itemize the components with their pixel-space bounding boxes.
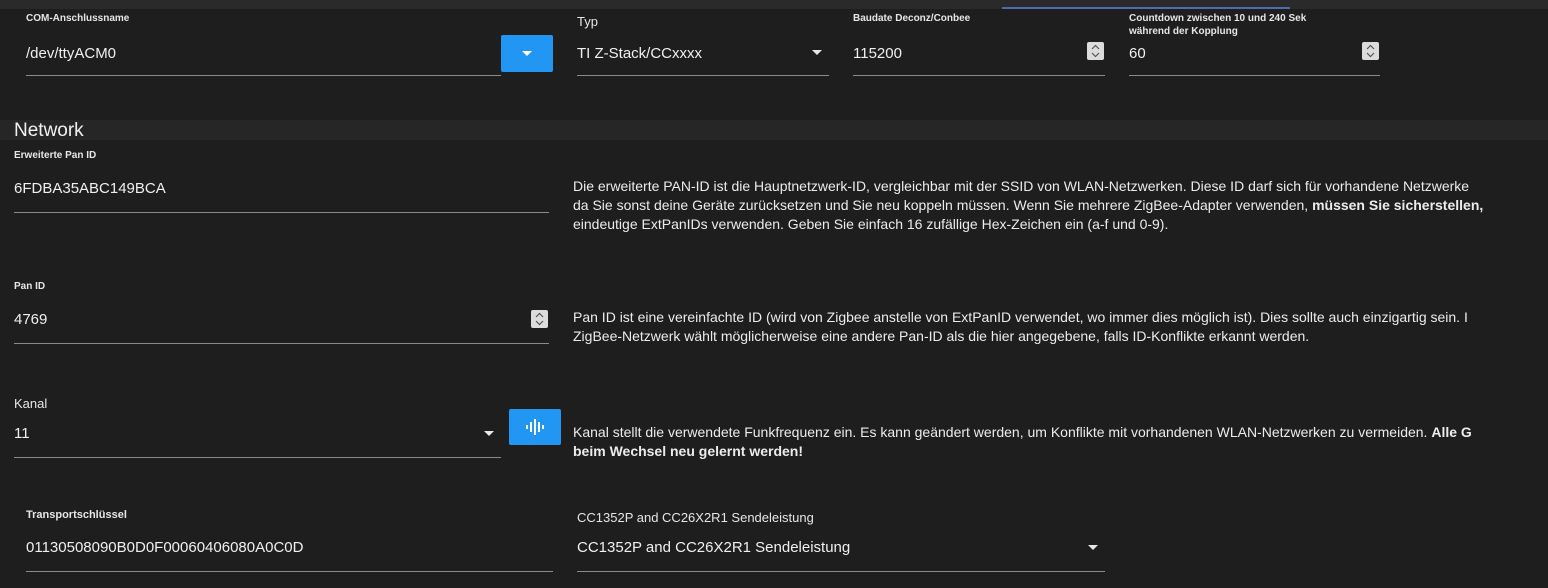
ext-pan-desc-line1: Die erweiterte PAN-ID ist die Hauptnetzw… — [573, 178, 1470, 194]
type-select[interactable]: TI Z-Stack/CCxxxx — [577, 45, 702, 62]
com-port-label: COM-Anschlussname — [26, 13, 130, 24]
ext-pan-id-underline — [14, 212, 549, 213]
ext-pan-desc-line2-text: da Sie sonst deine Geräte zurücksetzen u… — [573, 197, 1313, 213]
active-tab-indicator — [1002, 7, 1290, 9]
channel-desc-line2-bold: beim Wechsel neu gelernt werden! — [573, 443, 804, 459]
channel-scan-button[interactable] — [509, 409, 561, 445]
transmit-power-dropdown-icon[interactable] — [1088, 545, 1098, 550]
pan-id-input[interactable]: 4769 — [14, 311, 47, 328]
pan-id-label: Pan ID — [14, 281, 46, 292]
countdown-input[interactable]: 60 — [1129, 45, 1146, 62]
transmit-power-underline — [577, 571, 1105, 572]
channel-select[interactable]: 11 — [14, 425, 30, 442]
transmit-power-select[interactable]: CC1352P and CC26X2R1 Sendeleistung — [577, 539, 850, 556]
channel-desc-line2: beim Wechsel neu gelernt werden! — [573, 442, 1472, 461]
baudrate-spinner-icon[interactable] — [1087, 42, 1104, 60]
transport-key-underline — [26, 571, 553, 572]
audio-wave-icon — [526, 419, 544, 435]
ext-pan-id-description: Die erweiterte PAN-ID ist die Hauptnetzw… — [573, 177, 1483, 234]
ext-pan-desc-line2-bold: müssen Sie sicherstellen, — [1312, 197, 1484, 213]
baudrate-label: Baudate Deconz/Conbee — [853, 13, 971, 24]
pan-id-description: Pan ID ist eine vereinfachte ID (wird vo… — [573, 308, 1468, 346]
com-port-input[interactable]: /dev/ttyACM0 — [26, 45, 116, 62]
com-port-underline — [26, 75, 501, 76]
transport-key-input[interactable]: 01130508090B0D0F00060406080A0C0D — [26, 539, 303, 556]
ext-pan-desc-line2: da Sie sonst deine Geräte zurücksetzen u… — [573, 196, 1483, 215]
network-section-title: Network — [14, 120, 84, 141]
baudrate-underline — [853, 75, 1105, 76]
type-underline — [577, 75, 829, 76]
pan-id-spinner-icon[interactable] — [531, 310, 548, 328]
channel-desc-line1-text: Kanal stellt die verwendete Funkfrequenz… — [573, 424, 1432, 440]
countdown-label-line2: während der Kopplung — [1129, 26, 1238, 37]
transmit-power-label: CC1352P and CC26X2R1 Sendeleistung — [577, 510, 814, 525]
type-dropdown-icon[interactable] — [812, 50, 822, 55]
pan-desc-line1: Pan ID ist eine vereinfachte ID (wird vo… — [573, 309, 1468, 325]
ext-pan-desc-line3: eindeutige ExtPanIDs verwenden. Geben Si… — [573, 216, 1169, 232]
ext-pan-id-input[interactable]: 6FDBA35ABC149BCA — [14, 180, 166, 197]
channel-desc-line1: Kanal stellt die verwendete Funkfrequenz… — [573, 423, 1472, 442]
network-section-bar — [0, 120, 1548, 140]
countdown-underline — [1129, 75, 1380, 76]
ext-pan-id-label: Erweiterte Pan ID — [14, 150, 97, 161]
transport-key-label: Transportschlüssel — [26, 509, 127, 521]
countdown-spinner-icon[interactable] — [1362, 42, 1379, 60]
channel-desc-line1-bold: Alle G — [1431, 424, 1472, 440]
channel-label: Kanal — [14, 396, 48, 411]
baudrate-input[interactable]: 115200 — [853, 45, 902, 62]
type-label: Typ — [577, 14, 598, 29]
top-bar — [0, 0, 1548, 9]
channel-dropdown-icon[interactable] — [484, 431, 494, 436]
pan-id-underline — [14, 343, 549, 344]
pan-desc-line2: ZigBee-Netzwerk wählt möglicherweise ein… — [573, 328, 1310, 344]
countdown-label-line1: Countdown zwischen 10 und 240 Sek — [1129, 13, 1307, 24]
caret-down-icon — [522, 51, 532, 56]
channel-underline — [14, 457, 501, 458]
channel-description: Kanal stellt die verwendete Funkfrequenz… — [573, 423, 1472, 461]
com-port-select-button[interactable] — [501, 35, 553, 72]
